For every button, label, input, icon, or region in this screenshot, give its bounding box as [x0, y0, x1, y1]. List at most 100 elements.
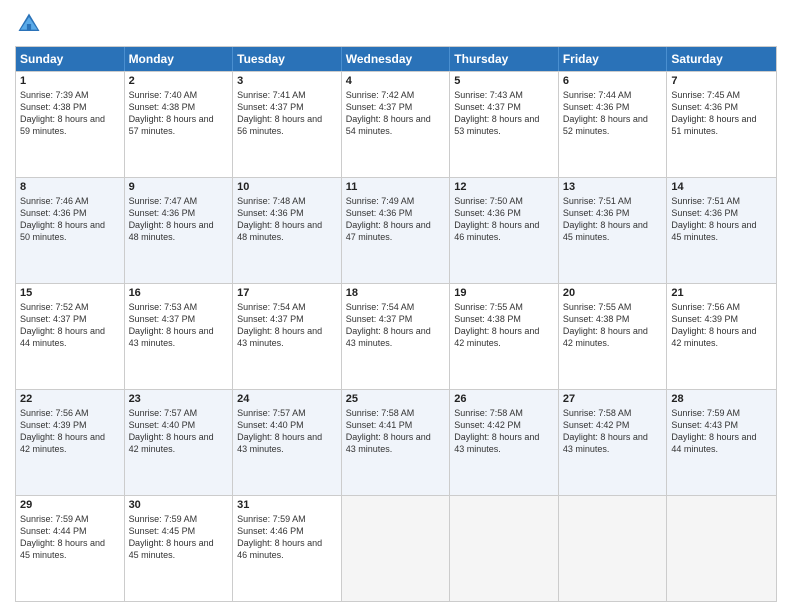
- daylight-text-2: 47 minutes.: [346, 231, 446, 243]
- sunset-text: Sunset: 4:37 PM: [454, 101, 554, 113]
- daylight-text: Daylight: 8 hours and: [237, 219, 337, 231]
- page: SundayMondayTuesdayWednesdayThursdayFrid…: [0, 0, 792, 612]
- daylight-text-2: 46 minutes.: [454, 231, 554, 243]
- day-number: 20: [563, 287, 663, 299]
- calendar-header: SundayMondayTuesdayWednesdayThursdayFrid…: [16, 47, 776, 71]
- header-cell-sunday: Sunday: [16, 47, 125, 71]
- header: [15, 10, 777, 38]
- sunrise-text: Sunrise: 7:40 AM: [129, 89, 229, 101]
- sunset-text: Sunset: 4:38 PM: [129, 101, 229, 113]
- calendar-cell: 22Sunrise: 7:56 AMSunset: 4:39 PMDayligh…: [16, 390, 125, 495]
- daylight-text-2: 45 minutes.: [563, 231, 663, 243]
- calendar-cell: 13Sunrise: 7:51 AMSunset: 4:36 PMDayligh…: [559, 178, 668, 283]
- calendar-cell: 10 Sunrise: 7:48 AMSunset: 4:36 PMDayligh…: [233, 178, 342, 283]
- daylight-text: Daylight: 8 hours and: [454, 219, 554, 231]
- sunset-text: Sunset: 4:39 PM: [671, 313, 772, 325]
- sunset-text: Sunset: 4:40 PM: [129, 419, 229, 431]
- sunrise-text: Sunrise: 7:55 AM: [454, 301, 554, 313]
- sunrise-text: Sunrise: 7:48 AM: [237, 195, 337, 207]
- daylight-text: Daylight: 8 hours and: [237, 113, 337, 125]
- day-number: 17: [237, 287, 337, 299]
- sunset-text: Sunset: 4:36 PM: [671, 207, 772, 219]
- calendar-cell: 28Sunrise: 7:59 AMSunset: 4:43 PMDayligh…: [667, 390, 776, 495]
- sunset-text: Sunset: 4:37 PM: [20, 313, 120, 325]
- sunset-text: Sunset: 4:43 PM: [671, 419, 772, 431]
- daylight-text: Daylight: 8 hours and: [671, 431, 772, 443]
- sunrise-text: Sunrise: 7:56 AM: [20, 407, 120, 419]
- daylight-text: Daylight: 8 hours and: [346, 113, 446, 125]
- sunset-text: Sunset: 4:36 PM: [454, 207, 554, 219]
- daylight-text-2: 43 minutes.: [454, 443, 554, 455]
- daylight-text: Daylight: 8 hours and: [237, 431, 337, 443]
- sunrise-text: Sunrise: 7:59 AM: [129, 513, 229, 525]
- day-number: 15: [20, 287, 120, 299]
- calendar-cell: 2Sunrise: 7:40 AMSunset: 4:38 PMDaylight…: [125, 72, 234, 177]
- sunset-text: Sunset: 4:37 PM: [129, 313, 229, 325]
- logo-icon: [15, 10, 43, 38]
- sunrise-text: Sunrise: 7:57 AM: [237, 407, 337, 419]
- daylight-text: Daylight: 8 hours and: [671, 325, 772, 337]
- daylight-text: Daylight: 8 hours and: [346, 431, 446, 443]
- calendar-cell: 21Sunrise: 7:56 AMSunset: 4:39 PMDayligh…: [667, 284, 776, 389]
- day-number: 18: [346, 287, 446, 299]
- sunrise-text: Sunrise: 7:51 AM: [671, 195, 772, 207]
- day-number: 11: [346, 181, 446, 193]
- calendar-cell: 5Sunrise: 7:43 AMSunset: 4:37 PMDaylight…: [450, 72, 559, 177]
- daylight-text-2: 42 minutes.: [563, 337, 663, 349]
- header-cell-thursday: Thursday: [450, 47, 559, 71]
- day-number: 14: [671, 181, 772, 193]
- daylight-text-2: 48 minutes.: [129, 231, 229, 243]
- daylight-text: Daylight: 8 hours and: [454, 325, 554, 337]
- calendar-cell: 19Sunrise: 7:55 AMSunset: 4:38 PMDayligh…: [450, 284, 559, 389]
- day-number: 19: [454, 287, 554, 299]
- daylight-text-2: 43 minutes.: [346, 443, 446, 455]
- calendar-cell: 14Sunrise: 7:51 AMSunset: 4:36 PMDayligh…: [667, 178, 776, 283]
- calendar-row-1: 8Sunrise: 7:46 AMSunset: 4:36 PMDaylight…: [16, 177, 776, 283]
- daylight-text: Daylight: 8 hours and: [129, 219, 229, 231]
- sunset-text: Sunset: 4:37 PM: [346, 101, 446, 113]
- day-number: 7: [671, 75, 772, 87]
- daylight-text: Daylight: 8 hours and: [20, 431, 120, 443]
- calendar-cell: 16Sunrise: 7:53 AMSunset: 4:37 PMDayligh…: [125, 284, 234, 389]
- header-cell-tuesday: Tuesday: [233, 47, 342, 71]
- sunset-text: Sunset: 4:36 PM: [237, 207, 337, 219]
- daylight-text-2: 44 minutes.: [20, 337, 120, 349]
- sunrise-text: Sunrise: 7:58 AM: [563, 407, 663, 419]
- sunset-text: Sunset: 4:45 PM: [129, 525, 229, 537]
- sunrise-text: Sunrise: 7:39 AM: [20, 89, 120, 101]
- day-number: 28: [671, 393, 772, 405]
- daylight-text: Daylight: 8 hours and: [20, 219, 120, 231]
- calendar-cell: 7Sunrise: 7:45 AMSunset: 4:36 PMDaylight…: [667, 72, 776, 177]
- sunset-text: Sunset: 4:36 PM: [346, 207, 446, 219]
- day-number: 27: [563, 393, 663, 405]
- sunset-text: Sunset: 4:38 PM: [20, 101, 120, 113]
- day-number: 21: [671, 287, 772, 299]
- sunset-text: Sunset: 4:36 PM: [129, 207, 229, 219]
- calendar: SundayMondayTuesdayWednesdayThursdayFrid…: [15, 46, 777, 602]
- calendar-cell: 26Sunrise: 7:58 AMSunset: 4:42 PMDayligh…: [450, 390, 559, 495]
- daylight-text-2: 42 minutes.: [671, 337, 772, 349]
- day-number: 8: [20, 181, 120, 193]
- calendar-cell: 29Sunrise: 7:59 AMSunset: 4:44 PMDayligh…: [16, 496, 125, 601]
- daylight-text-2: 51 minutes.: [671, 125, 772, 137]
- calendar-row-4: 29Sunrise: 7:59 AMSunset: 4:44 PMDayligh…: [16, 495, 776, 601]
- daylight-text-2: 42 minutes.: [20, 443, 120, 455]
- daylight-text: Daylight: 8 hours and: [20, 537, 120, 549]
- daylight-text-2: 53 minutes.: [454, 125, 554, 137]
- day-number: 24: [237, 393, 337, 405]
- daylight-text: Daylight: 8 hours and: [454, 113, 554, 125]
- day-number: 29: [20, 499, 120, 511]
- daylight-text-2: 50 minutes.: [20, 231, 120, 243]
- daylight-text-2: 46 minutes.: [237, 549, 337, 561]
- sunset-text: Sunset: 4:37 PM: [237, 101, 337, 113]
- daylight-text: Daylight: 8 hours and: [20, 113, 120, 125]
- calendar-cell: 11Sunrise: 7:49 AMSunset: 4:36 PMDayligh…: [342, 178, 451, 283]
- day-number: 4: [346, 75, 446, 87]
- calendar-cell: 6Sunrise: 7:44 AMSunset: 4:36 PMDaylight…: [559, 72, 668, 177]
- daylight-text: Daylight: 8 hours and: [563, 113, 663, 125]
- calendar-cell: 24Sunrise: 7:57 AMSunset: 4:40 PMDayligh…: [233, 390, 342, 495]
- sunrise-text: Sunrise: 7:58 AM: [346, 407, 446, 419]
- daylight-text-2: 42 minutes.: [454, 337, 554, 349]
- calendar-cell: 4Sunrise: 7:42 AMSunset: 4:37 PMDaylight…: [342, 72, 451, 177]
- day-number: 10: [237, 181, 337, 193]
